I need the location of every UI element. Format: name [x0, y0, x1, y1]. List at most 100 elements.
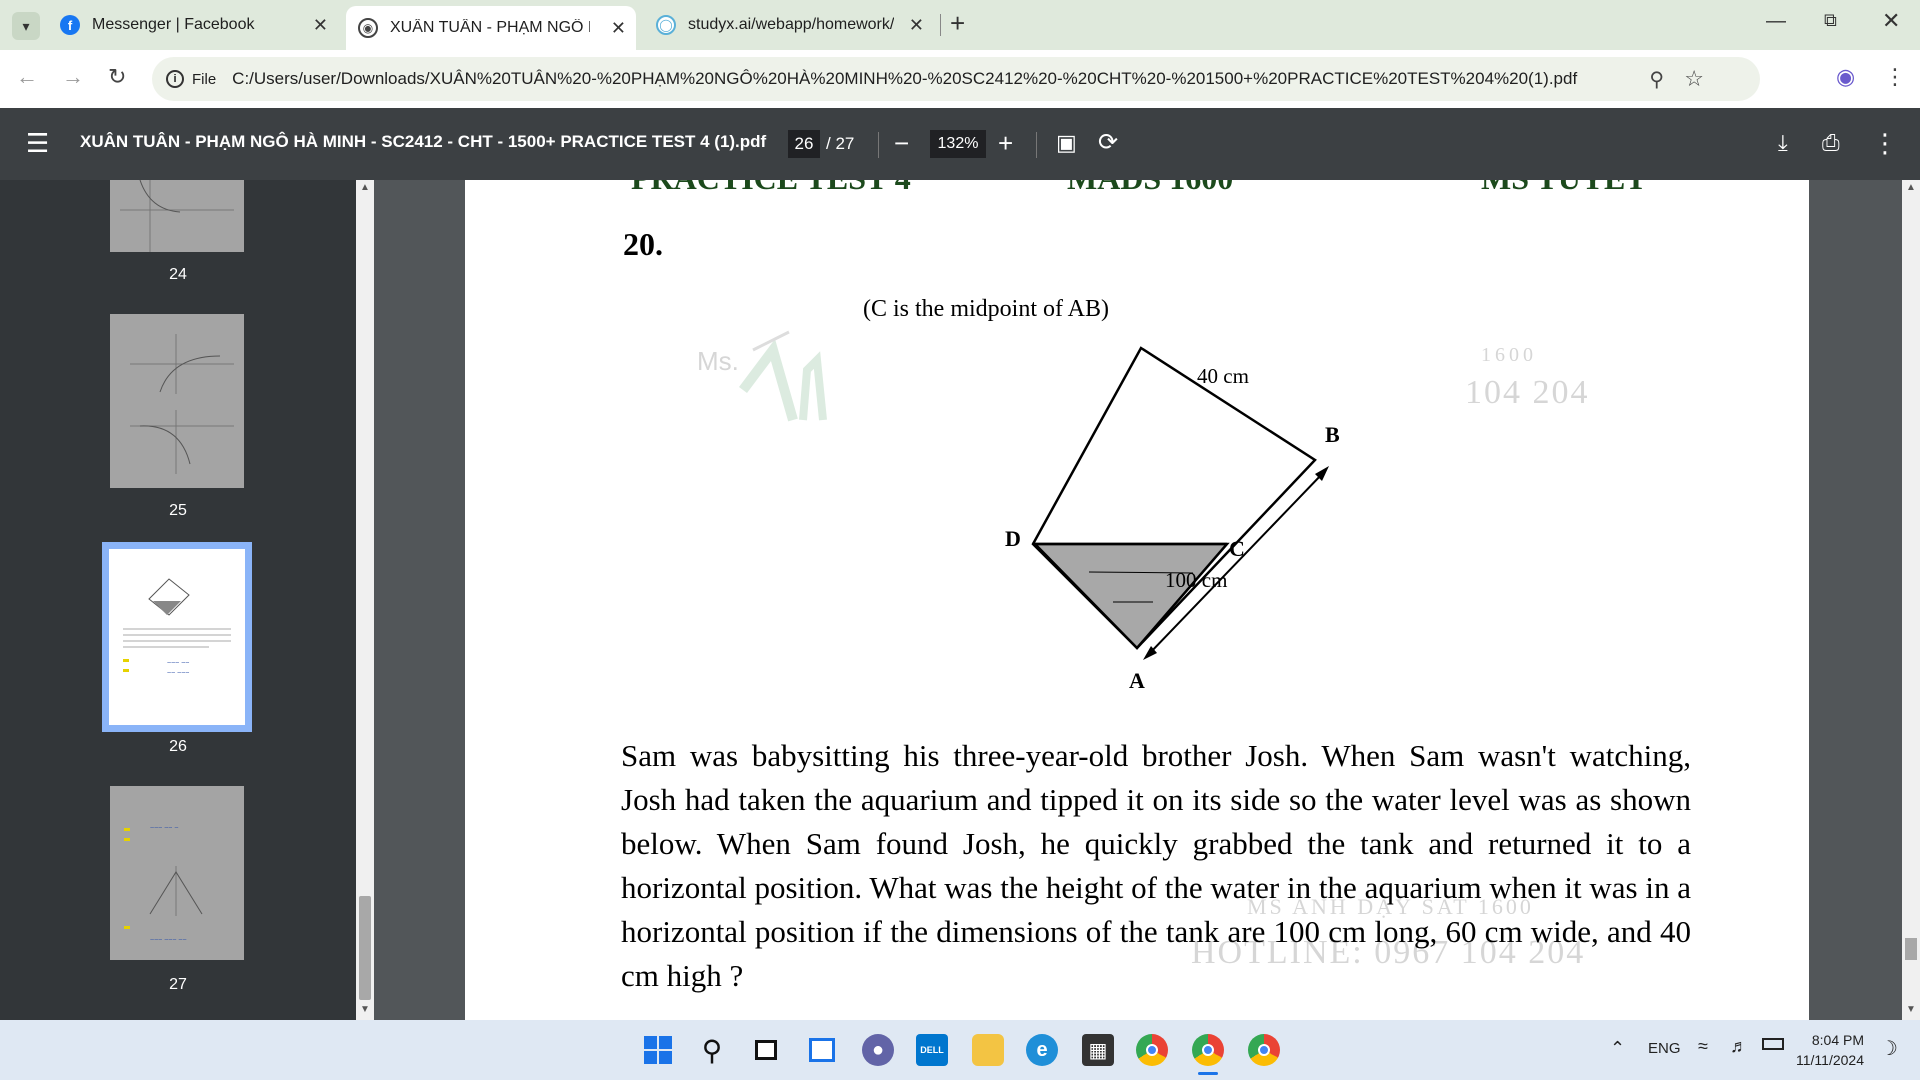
scrollbar-thumb[interactable] — [359, 896, 371, 1000]
page-thumbnail[interactable] — [110, 180, 244, 252]
thumbnail-graph — [120, 180, 234, 252]
thumbnail-content: ~~~ ~~ ~ ~~~ ~~~ ~~ — [124, 825, 203, 944]
scroll-up-arrow[interactable]: ▲ — [360, 182, 370, 193]
thumbnail-sidebar: 24 25 ~~~ ~~ ~~ ~~~ 26 ~~~ ~~ ~ ~~~ ~~~ … — [0, 180, 356, 1020]
scroll-down-arrow[interactable]: ▼ — [360, 1004, 370, 1015]
question-number: 20. — [623, 226, 663, 262]
thumbnail-page-number: 26 — [169, 738, 187, 755]
thumbnail-page-number: 24 — [169, 266, 187, 283]
watermark-1600: 1600 — [1481, 344, 1537, 366]
label-a: A — [1129, 668, 1145, 693]
battery-icon[interactable] — [1762, 1038, 1784, 1050]
thumbnail-content: ~~~ ~~ ~~ ~~~ — [123, 578, 231, 677]
show-hidden-icons[interactable]: ⌃ — [1610, 1038, 1625, 1059]
clock-time: 8:04 PM — [1811, 1032, 1864, 1048]
close-icon[interactable]: ✕ — [313, 15, 328, 36]
tab-search-button[interactable]: ▾ — [12, 12, 40, 40]
taskbar: ⚲ ● DELL e ▦ ⌃ ENG ≈ ♬ 8:04 PM 11/11/202… — [0, 1020, 1920, 1080]
bookmark-star-icon[interactable]: ☆ — [1684, 66, 1704, 92]
scroll-down-arrow[interactable]: ▼ — [1906, 1004, 1916, 1015]
back-arrow-icon[interactable]: ← — [16, 64, 38, 90]
new-tab-button[interactable]: + — [950, 8, 965, 39]
tab-title: XUÂN TUÂN - PHẠM NGÔ HÀ MINH — [390, 19, 590, 36]
thumbnail-page-number: 25 — [169, 502, 187, 519]
url-text[interactable]: C:/Users/user/Downloads/XUÂN%20TUÂN%20-%… — [232, 69, 1577, 89]
minimize-button[interactable]: — — [1766, 10, 1786, 33]
more-options-icon[interactable]: ⋮ — [1872, 128, 1898, 158]
chrome-icon[interactable] — [1248, 1034, 1280, 1066]
tab-messenger[interactable]: f Messenger | Facebook ✕ — [48, 6, 338, 44]
thumbnail-graph — [130, 334, 234, 474]
restore-button[interactable]: ⧉ — [1824, 10, 1837, 31]
rotate-icon[interactable]: ⟳ — [1098, 128, 1118, 158]
svg-text:~~~ ~~: ~~~ ~~ — [167, 660, 189, 667]
close-icon[interactable]: ✕ — [909, 15, 924, 36]
zoom-out-button[interactable]: − — [894, 128, 909, 158]
teams-chat-icon[interactable]: ● — [862, 1034, 894, 1066]
globe-icon: ◉ — [358, 18, 378, 38]
header-center: MADS 1600 — [1067, 180, 1233, 197]
wifi-icon[interactable]: ≈ — [1698, 1036, 1708, 1057]
notification-icon[interactable]: ☽ — [1880, 1036, 1898, 1061]
windows-start-icon[interactable] — [642, 1034, 674, 1066]
svg-text:~~~ ~~ ~: ~~~ ~~ ~ — [150, 825, 178, 832]
label-100cm: 100 cm — [1165, 568, 1228, 592]
studyx-icon: ◯ — [656, 15, 676, 35]
tab-pdf[interactable]: ◉ XUÂN TUÂN - PHẠM NGÔ HÀ MINH ✕ — [346, 6, 636, 50]
tab-title: studyx.ai/webapp/homework/1 — [688, 16, 894, 33]
tab-studyx[interactable]: ◯ studyx.ai/webapp/homework/1 ✕ — [644, 6, 934, 44]
system-clock[interactable]: 8:04 PM 11/11/2024 — [1796, 1030, 1864, 1070]
file-explorer-icon[interactable] — [972, 1034, 1004, 1066]
close-window-button[interactable]: ✕ — [1882, 8, 1900, 34]
print-icon[interactable]: ⎙ — [1822, 128, 1840, 158]
thumbnail-page: ~~~ ~~ ~~ ~~~ — [109, 549, 245, 725]
pdf-toolbar: ☰ XUÂN TUÂN - PHẠM NGÔ HÀ MINH - SC2412 … — [0, 108, 1920, 180]
water-region — [1032, 542, 1230, 650]
page-number-input[interactable]: 26 — [788, 130, 820, 158]
zoom-in-button[interactable]: + — [998, 128, 1013, 158]
scroll-up-arrow[interactable]: ▲ — [1906, 182, 1916, 193]
facebook-icon: f — [60, 15, 80, 35]
browser-toolbar: ← → ↻ i File C:/Users/user/Downloads/XUÂ… — [0, 50, 1920, 108]
hamburger-menu-icon[interactable]: ☰ — [26, 128, 49, 158]
address-bar[interactable]: i File C:/Users/user/Downloads/XUÂN%20TU… — [152, 57, 1760, 101]
viewer-scrollbar[interactable]: ▲ ▼ — [1902, 180, 1920, 1020]
page-thumbnail[interactable]: ~~~ ~~ ~ ~~~ ~~~ ~~ — [110, 786, 244, 960]
reload-icon[interactable]: ↻ — [108, 64, 126, 90]
page-thumbnail-selected[interactable]: ~~~ ~~ ~~ ~~~ — [102, 542, 252, 732]
zoom-input[interactable]: 132% — [930, 130, 986, 158]
tab-strip: ▾ f Messenger | Facebook ✕ ◉ XUÂN TUÂN -… — [0, 0, 1920, 50]
divider — [1036, 132, 1037, 158]
watermark-logo — [739, 330, 827, 422]
zoom-icon[interactable]: ⚲ — [1649, 67, 1664, 92]
label-c: C — [1229, 536, 1245, 561]
scrollbar-thumb[interactable] — [1905, 938, 1917, 960]
sidebar-scrollbar[interactable]: ▲ ▼ — [356, 180, 374, 1020]
page-thumbnail[interactable] — [110, 314, 244, 488]
svg-text:~~~ ~~~ ~~: ~~~ ~~~ ~~ — [150, 937, 187, 944]
dell-icon[interactable]: DELL — [916, 1034, 948, 1066]
volume-icon[interactable]: ♬ — [1730, 1036, 1748, 1057]
tab-divider — [940, 14, 941, 36]
extension-icon[interactable]: ◉ — [1836, 64, 1855, 90]
chrome-icon[interactable] — [1136, 1034, 1168, 1066]
label-40cm: 40 cm — [1197, 364, 1249, 388]
forward-arrow-icon[interactable]: → — [62, 64, 84, 90]
close-icon[interactable]: ✕ — [611, 18, 626, 39]
language-indicator[interactable]: ENG — [1648, 1040, 1681, 1057]
tab-title: Messenger | Facebook — [92, 16, 255, 33]
label-b: B — [1325, 422, 1340, 447]
divider — [878, 132, 879, 158]
menu-dots-icon[interactable]: ⋮ — [1884, 64, 1906, 90]
search-icon[interactable]: ⚲ — [696, 1034, 728, 1066]
chrome-icon[interactable] — [1192, 1034, 1224, 1066]
pdf-viewer: PRACTICE TEST 4 MADS 1600 MS TUYET Ms. 1… — [374, 180, 1902, 1020]
store-icon[interactable]: ▦ — [1082, 1034, 1114, 1066]
widgets-icon[interactable] — [806, 1034, 838, 1066]
edge-icon[interactable]: e — [1026, 1034, 1058, 1066]
site-info-button[interactable]: i File — [166, 70, 216, 88]
svg-text:~~ ~~~: ~~ ~~~ — [167, 670, 189, 677]
task-view-icon[interactable] — [750, 1034, 782, 1066]
fit-page-icon[interactable]: ▣ — [1056, 128, 1077, 158]
download-icon[interactable]: ⤓ — [1778, 128, 1788, 158]
